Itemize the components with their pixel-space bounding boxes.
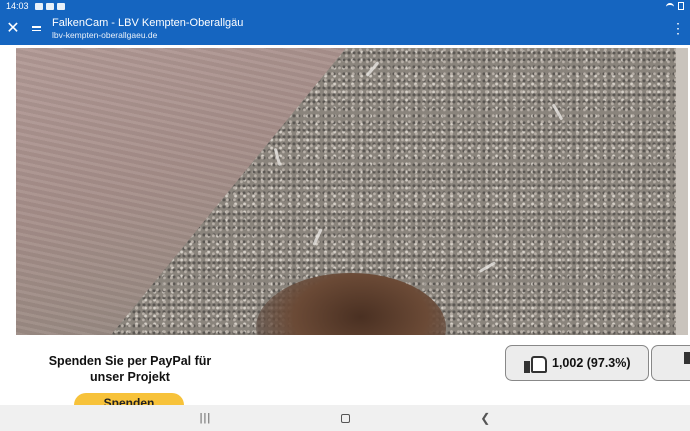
page-content[interactable]: Spenden Sie per PayPal für unser Projekt… [0,45,690,405]
falcon-bird [256,273,446,335]
close-icon[interactable]: ✕ [0,12,26,45]
gallery-icon [34,2,43,10]
youtube-icon [45,2,54,10]
frame-edge [676,48,688,335]
page-heading: FalkenCam - LBV Kempten-Oberallgäu lbv-k… [52,17,243,40]
feather [365,61,380,77]
recent-apps-icon[interactable]: ||| [200,412,212,424]
thumbs-up-icon [524,353,548,373]
feather [551,103,564,121]
feather [312,228,323,246]
thumbs-down-icon [684,352,690,364]
page-url[interactable]: lbv-kempten-oberallgaeu.de [52,30,243,40]
system-nav-bar: ||| ❮ [0,405,690,431]
home-icon[interactable] [341,413,351,423]
page-title: FalkenCam - LBV Kempten-Oberallgäu [52,17,244,29]
donate-text: Spenden Sie per PayPal für unser Projekt [48,354,212,384]
back-icon[interactable]: ❮ [480,411,490,425]
status-bar: 14:03 [0,0,690,12]
more-vert-icon[interactable]: ⋮ [666,20,690,37]
site-settings-icon[interactable] [26,26,46,31]
paypal-donate-button[interactable]: Spenden [74,393,184,405]
feather [478,261,497,273]
mail-icon [56,2,65,10]
status-time: 14:03 [6,1,29,11]
wifi-icon [666,3,674,9]
falcon-cam-stream[interactable] [16,48,688,335]
dislike-button[interactable] [651,345,690,381]
like-button[interactable]: 1,002 (97.3%) [505,345,649,381]
feather [273,147,282,167]
like-count: 1,002 (97.3%) [552,356,631,370]
battery-icon [678,2,684,10]
custom-tab-toolbar: ✕ FalkenCam - LBV Kempten-Oberallgäu lbv… [0,12,690,45]
